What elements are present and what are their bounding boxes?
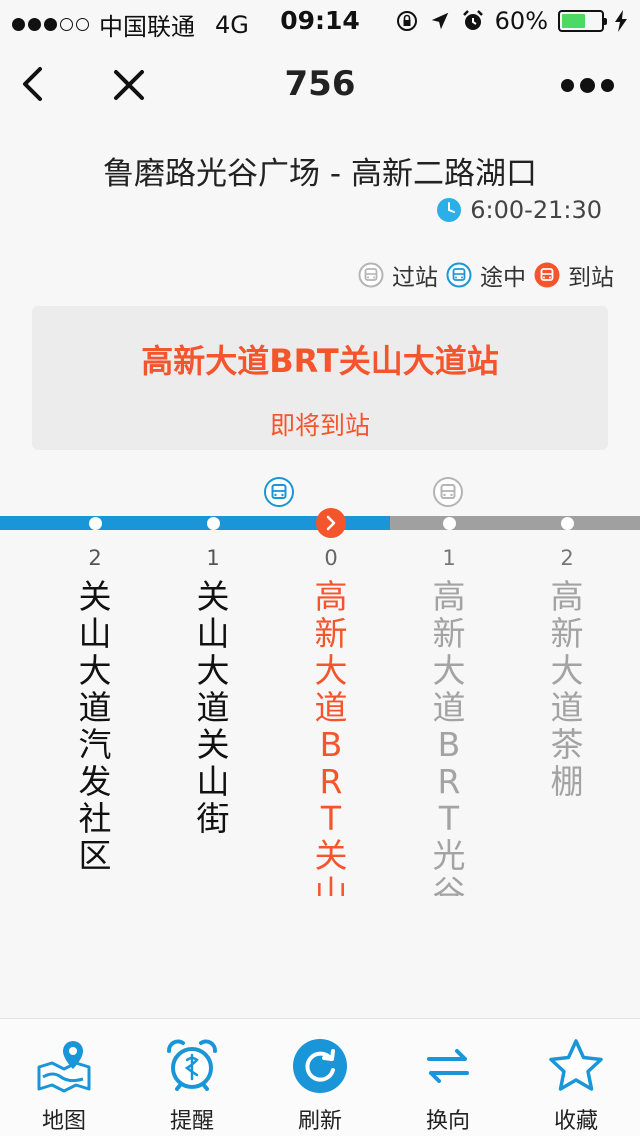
legend-arrived-label: 到站 [568, 265, 614, 291]
stop-node [89, 517, 102, 530]
current-station-card[interactable]: 高新大道BRT关山大道站 即将到站 [32, 306, 608, 450]
stop-item-current[interactable]: 0 高新大道BRT关山大道站 [301, 544, 361, 896]
bus-passed-marker-icon[interactable] [432, 476, 464, 508]
stop-node [207, 517, 220, 530]
stop-distance: 0 [324, 546, 338, 570]
tab-remind-label: 提醒 [169, 1109, 214, 1134]
rotation-lock-icon [396, 11, 417, 31]
location-icon [431, 12, 448, 30]
current-station-name: 高新大道BRT关山大道站 [141, 342, 499, 380]
stop-node [561, 517, 574, 530]
current-stop-node [316, 508, 346, 538]
navigation-bar: 756 [0, 44, 640, 124]
bus-enroute-icon [446, 262, 472, 288]
stop-name: 关山大道汽发社区 [78, 578, 112, 874]
more-icon[interactable] [561, 78, 614, 93]
route-name: 鲁磨路光谷广场 - 高新二路湖口 [103, 156, 537, 192]
page-title: 756 [284, 64, 356, 104]
stop-distance: 2 [88, 546, 102, 570]
tab-map[interactable]: 地图 [0, 1019, 128, 1136]
service-hours-text: 6:00-21:30 [470, 196, 602, 224]
tab-favorite[interactable]: 收藏 [512, 1019, 640, 1136]
stop-distance: 1 [442, 546, 456, 570]
alarm-icon [462, 10, 483, 30]
legend-enroute-label: 途中 [480, 265, 526, 291]
alarm-clock-icon [167, 1039, 217, 1091]
bus-enroute-marker-icon[interactable] [263, 476, 295, 508]
status-bar: 中国联通 4G 09:14 60% [0, 0, 640, 41]
stop-node [443, 517, 456, 530]
swap-direction-icon [427, 1049, 469, 1083]
tab-refresh-label: 刷新 [297, 1109, 342, 1134]
clock-icon [437, 198, 462, 222]
stop-name: 高新大道BRT关山大道站 [314, 578, 348, 896]
tab-favorite-label: 收藏 [553, 1109, 598, 1134]
stop-name: 高新大道茶棚 [550, 578, 584, 800]
battery-percent: 60% [494, 7, 548, 35]
legend-passed: 过站 [358, 258, 438, 292]
stop-item[interactable]: 2 关山大道汽发社区 [65, 544, 125, 874]
bottom-tab-bar: 地图 提醒 刷新 换向 收藏 [0, 1018, 640, 1136]
bus-passed-icon [358, 262, 384, 288]
star-icon [549, 1039, 603, 1091]
tab-reverse-label: 换向 [425, 1109, 470, 1134]
chevron-right-icon [326, 515, 336, 531]
stop-name: 关山大道关山街 [196, 578, 230, 837]
tab-refresh[interactable]: 刷新 [256, 1019, 384, 1136]
route-line: 2 关山大道汽发社区 1 关山大道关山街 0 高新大道BRT关山大道站 1 高新… [0, 470, 640, 950]
stop-item[interactable]: 1 高新大道BRT光谷大道站 [419, 544, 479, 896]
map-icon [37, 1041, 91, 1093]
refresh-icon [293, 1039, 347, 1093]
stop-item[interactable]: 2 高新大道茶棚 [537, 544, 597, 800]
stop-distance: 2 [560, 546, 574, 570]
legend-enroute: 途中 [446, 258, 526, 292]
tab-map-label: 地图 [41, 1109, 86, 1134]
stop-item[interactable]: 1 关山大道关山街 [183, 544, 243, 837]
tab-remind[interactable]: 提醒 [128, 1019, 256, 1136]
service-hours: 6:00-21:30 [436, 196, 602, 224]
battery-icon [558, 10, 607, 32]
charging-icon [615, 10, 627, 32]
bus-arrived-icon [534, 262, 560, 288]
stop-distance: 1 [206, 546, 220, 570]
stop-name: 高新大道BRT光谷大道站 [432, 578, 466, 896]
track-upcoming-segment [390, 516, 640, 530]
legend-arrived: 到站 [534, 258, 614, 292]
arrival-status: 即将到站 [269, 411, 370, 440]
tab-reverse[interactable]: 换向 [384, 1019, 512, 1136]
legend: 过站 途中 到站 [350, 258, 614, 292]
legend-passed-label: 过站 [392, 265, 438, 291]
